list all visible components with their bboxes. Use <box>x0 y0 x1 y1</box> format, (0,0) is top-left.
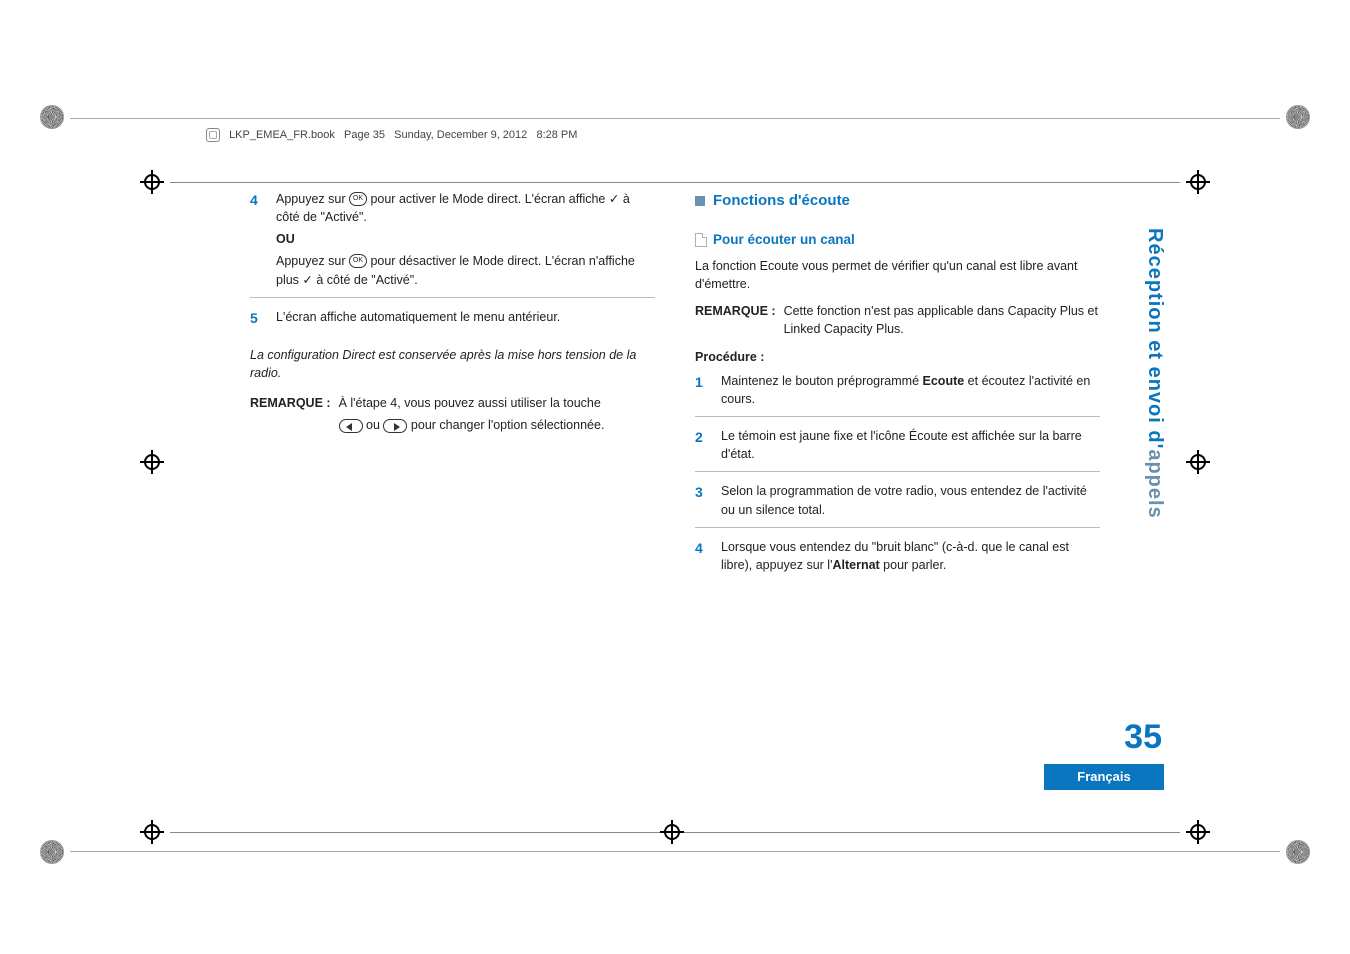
step-5: 5 L'écran affiche automatiquement le men… <box>250 308 655 336</box>
step-body: Maintenez le bouton préprogrammé Ecoute … <box>721 372 1100 408</box>
text: Appuyez sur <box>276 254 349 268</box>
proc-step-3: 3 Selon la programmation de votre radio,… <box>695 482 1100 527</box>
content: 4 Appuyez sur OK pour activer le Mode di… <box>250 190 1100 794</box>
heading-main: Fonctions d'écoute <box>695 190 1100 212</box>
bold-term: Ecoute <box>923 374 965 388</box>
step-number: 2 <box>695 427 709 463</box>
or-label: OU <box>276 232 295 246</box>
text: pour activer le Mode direct. L'écran aff… <box>370 192 608 206</box>
check-icon: ✓ <box>609 192 619 206</box>
crosshair-tr <box>1186 170 1210 194</box>
remark-line1: À l'étape 4, vous pouvez aussi utiliser … <box>339 394 605 412</box>
header-pageinfo: Page 35 <box>344 129 385 141</box>
text: Maintenez le bouton préprogrammé <box>721 374 923 388</box>
step-body: L'écran affiche automatiquement le menu … <box>276 308 655 328</box>
step-number: 3 <box>695 482 709 518</box>
reg-mark-br <box>1286 840 1310 864</box>
text: pour parler. <box>880 558 947 572</box>
proc-step-2: 2 Le témoin est jaune fixe et l'icône Éc… <box>695 427 1100 472</box>
heading-main-text: Fonctions d'écoute <box>713 192 850 209</box>
rule-bottom <box>70 851 1280 852</box>
bold-term: Alternat <box>832 558 879 572</box>
step-number: 1 <box>695 372 709 408</box>
remark-text: Cette fonction n'est pas applicable dans… <box>784 302 1100 338</box>
crosshair-tl <box>140 170 164 194</box>
procedure-label: Procédure : <box>695 348 1100 366</box>
crosshair-br <box>1186 820 1210 844</box>
check-icon: ✓ <box>302 273 312 287</box>
crosshair-mr <box>1186 450 1210 474</box>
heading-sub: Pour écouter un canal <box>695 230 1100 250</box>
reg-mark-bl <box>40 840 64 864</box>
remark-body: À l'étape 4, vous pouvez aussi utiliser … <box>339 394 605 434</box>
proc-step-1: 1 Maintenez le bouton préprogrammé Ecout… <box>695 372 1100 417</box>
text: pour changer l'option sélectionnée. <box>411 418 605 432</box>
ok-button-icon: OK <box>349 254 367 268</box>
rule-top <box>70 118 1280 119</box>
text: ou <box>366 418 383 432</box>
book-icon <box>206 128 220 142</box>
sidebar-text-a: Réception et envoi d' <box>1144 228 1166 449</box>
remark-block: REMARQUE : Cette fonction n'est pas appl… <box>695 302 1100 338</box>
left-column: 4 Appuyez sur OK pour activer le Mode di… <box>250 190 655 794</box>
sidebar-text-b: appels <box>1144 449 1166 518</box>
step-number: 4 <box>695 538 709 574</box>
right-column: Fonctions d'écoute Pour écouter un canal… <box>695 190 1100 794</box>
ok-button-icon: OK <box>349 192 367 206</box>
crosshair-bc <box>660 820 684 844</box>
language-bar: Français <box>1044 764 1164 790</box>
step-4: 4 Appuyez sur OK pour activer le Mode di… <box>250 190 655 298</box>
step-body: Le témoin est jaune fixe et l'icône Écou… <box>721 427 1100 463</box>
page-header: LKP_EMEA_FR.book Page 35 Sunday, Decembe… <box>206 128 577 142</box>
intro-text: La fonction Ecoute vous permet de vérifi… <box>695 257 1100 293</box>
config-note: La configuration Direct est conservée ap… <box>250 348 636 380</box>
proc-step-4: 4 Lorsque vous entendez du "bruit blanc"… <box>695 538 1100 582</box>
step-body: Lorsque vous entendez du "bruit blanc" (… <box>721 538 1100 574</box>
header-time: 8:28 PM <box>536 129 577 141</box>
reg-mark-tr <box>1286 105 1310 129</box>
text: Appuyez sur <box>276 192 349 206</box>
sidebar-title: Réception et envoi d'appels <box>1143 228 1167 552</box>
remark-label: REMARQUE : <box>250 394 331 434</box>
remark-block: REMARQUE : À l'étape 4, vous pouvez auss… <box>250 394 655 434</box>
left-arrow-icon <box>339 419 363 433</box>
heading-sub-text: Pour écouter un canal <box>713 232 855 247</box>
header-date: Sunday, December 9, 2012 <box>394 129 527 141</box>
crosshair-bl <box>140 820 164 844</box>
reg-mark-tl <box>40 105 64 129</box>
step-body: Appuyez sur OK pour activer le Mode dire… <box>276 190 655 289</box>
header-filename: LKP_EMEA_FR.book <box>229 129 335 141</box>
page-number: 35 <box>1124 718 1162 757</box>
right-arrow-icon <box>383 419 407 433</box>
step-number: 4 <box>250 190 264 289</box>
page-icon <box>695 233 707 247</box>
remark-label: REMARQUE : <box>695 302 776 338</box>
step-number: 5 <box>250 308 264 328</box>
rule-top-inner <box>170 182 1180 183</box>
crosshair-ml <box>140 450 164 474</box>
step-body: Selon la programmation de votre radio, v… <box>721 482 1100 518</box>
text: à côté de "Activé". <box>316 273 417 287</box>
square-bullet-icon <box>695 196 705 206</box>
